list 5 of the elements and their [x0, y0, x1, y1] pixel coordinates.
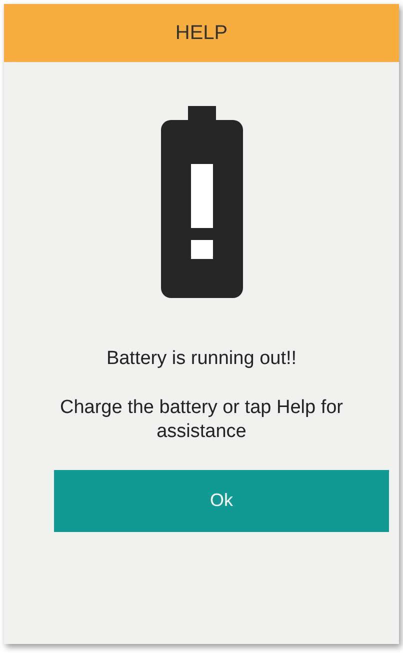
battery-warning-icon: [160, 106, 242, 298]
header-title: HELP: [4, 4, 399, 62]
warning-message: Charge the battery or tap Help for assistance: [58, 396, 344, 444]
ok-button[interactable]: Ok: [54, 470, 389, 532]
warning-headline: Battery is running out!!: [106, 348, 297, 370]
